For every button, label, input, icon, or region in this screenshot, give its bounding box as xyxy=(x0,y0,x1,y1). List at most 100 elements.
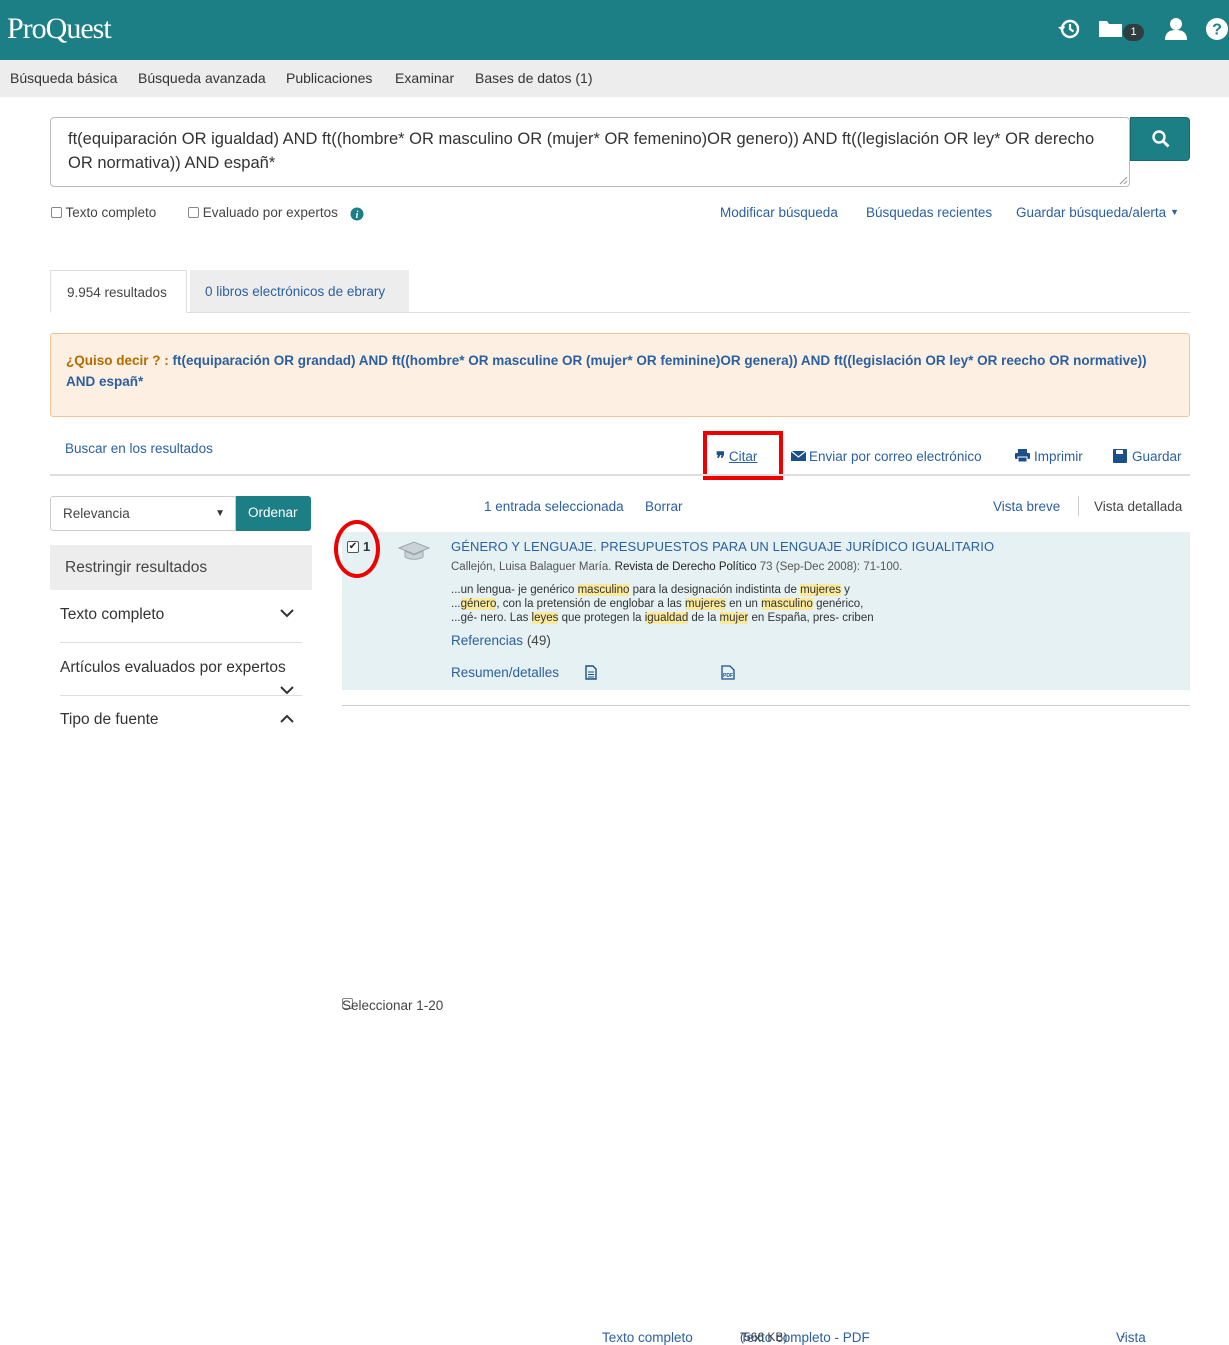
folder-count-badge: 1 xyxy=(1123,24,1144,41)
save-search-alert-label: Guardar búsqueda/alerta xyxy=(1016,205,1167,220)
main-nav: Búsqueda básica Búsqueda avanzada Public… xyxy=(0,60,1229,97)
snippet-text: en España, pres- criben xyxy=(748,612,874,624)
full-text-checkbox[interactable] xyxy=(51,207,62,218)
save-button[interactable]: Guardar xyxy=(1113,449,1182,464)
envelope-icon xyxy=(790,450,807,461)
print-button[interactable]: Imprimir xyxy=(1015,449,1083,464)
snippet-text: para la designación indistinta de xyxy=(629,584,801,596)
snippet-text: ...gé- nero. Las xyxy=(451,612,532,624)
facet-source-type[interactable]: Tipo de fuente xyxy=(60,711,302,729)
facet-label: Tipo de fuente xyxy=(60,711,159,728)
chevron-down-icon: ⌄ xyxy=(1119,1330,1127,1340)
full-text-link[interactable]: Texto completo xyxy=(585,665,693,1345)
snippet-text: que protegen la xyxy=(558,612,645,624)
snippet-text: genérico, xyxy=(812,598,864,610)
detailed-view-link[interactable]: Vista detallada xyxy=(1094,499,1182,514)
proquest-logo[interactable]: ProQuest xyxy=(7,12,112,46)
pdf-size: (566 KB) xyxy=(740,1330,788,1344)
chevron-down-icon xyxy=(280,686,294,695)
caret-down-icon: ▼ xyxy=(1170,207,1180,217)
result-citation: 73 (Sep-Dec 2008): 71-100. xyxy=(759,561,903,573)
caret-down-icon: ▼ xyxy=(215,508,225,519)
email-button[interactable]: Enviar por correo electrónico xyxy=(790,449,982,464)
snippet-highlight: masculino xyxy=(761,598,813,610)
facet-full-text[interactable]: Texto completo xyxy=(60,606,302,624)
snippet-highlight: mujeres xyxy=(800,584,841,596)
snippet-text: en un xyxy=(725,598,762,610)
sort-selected-value: Relevancia xyxy=(63,506,130,521)
search-within-link[interactable]: Buscar en los resultados xyxy=(65,441,213,456)
snippet-line: ...un lengua- je genérico masculino para… xyxy=(451,584,850,596)
snippet-text: y xyxy=(840,584,850,596)
resize-handle-icon[interactable] xyxy=(1119,176,1128,185)
full-text-label: Texto completo xyxy=(65,205,157,220)
did-you-mean-suggestion[interactable]: ft(equiparación OR grandad) AND ft((homb… xyxy=(66,353,1147,389)
snippet-highlight: leyes xyxy=(531,612,559,624)
svg-text:i: i xyxy=(356,210,359,221)
snippet-highlight: masculino xyxy=(577,584,630,596)
snippet-text: , con la pretensión de englobar a las xyxy=(496,598,686,610)
recent-searches-link[interactable]: Búsquedas recientes xyxy=(866,205,992,220)
snippet-text: de la xyxy=(688,612,720,624)
references-link[interactable]: Referencias (49) xyxy=(451,633,551,648)
selected-count-link[interactable]: 1 entrada seleccionada xyxy=(484,499,624,514)
tab-results[interactable]: 9.954 resultados xyxy=(50,270,187,313)
peer-reviewed-option[interactable]: Evaluado por expertos xyxy=(188,205,338,220)
email-label: Enviar por correo electrónico xyxy=(809,449,982,464)
tab-ebooks[interactable]: 0 libros electrónicos de ebrary xyxy=(190,270,409,312)
full-text-option[interactable]: Texto completo xyxy=(51,205,156,220)
tabs-divider xyxy=(50,312,1190,313)
sidebar-title: Restringir resultados xyxy=(50,545,312,590)
snippet-highlight: mujer xyxy=(719,612,749,624)
folder-icon[interactable] xyxy=(1098,18,1124,38)
facet-peer-reviewed[interactable]: Artículos evaluados por expertos xyxy=(60,659,302,695)
result-citation-line: Callejón, Luisa Balaguer María. Revista … xyxy=(451,561,902,573)
modify-search-link[interactable]: Modificar búsqueda xyxy=(720,205,838,220)
full-text-pdf-link[interactable]: PDF Texto completo - PDF (566 KB) xyxy=(721,665,870,1345)
print-label: Imprimir xyxy=(1034,449,1083,464)
sort-select[interactable]: Relevancia ▼ xyxy=(50,496,236,531)
info-icon[interactable]: i xyxy=(350,207,364,221)
full-text-link-label: Texto completo xyxy=(602,1330,693,1345)
chevron-down-icon xyxy=(280,609,294,618)
save-disk-icon xyxy=(1113,449,1127,463)
svg-text:PDF: PDF xyxy=(723,673,733,679)
peer-reviewed-checkbox[interactable] xyxy=(188,207,199,218)
snippet-highlight: género xyxy=(460,598,497,610)
top-bar: ProQuest 1 ? xyxy=(0,0,1229,60)
references-count: (49) xyxy=(526,633,551,648)
facet-label: Artículos evaluados por expertos xyxy=(60,659,286,676)
search-button[interactable] xyxy=(1130,117,1190,161)
nav-basic-search[interactable]: Búsqueda básica xyxy=(10,70,117,86)
clear-selection-link[interactable]: Borrar xyxy=(645,499,683,514)
document-icon xyxy=(585,665,597,680)
nav-browse[interactable]: Examinar xyxy=(395,70,454,86)
printer-icon xyxy=(1015,449,1030,463)
chevron-up-icon xyxy=(280,714,294,723)
save-search-alert-link[interactable]: Guardar búsqueda/alerta ▼ xyxy=(1016,205,1179,220)
brief-view-link[interactable]: Vista breve xyxy=(993,499,1060,514)
nav-publications[interactable]: Publicaciones xyxy=(286,70,372,86)
nav-advanced-search[interactable]: Búsqueda avanzada xyxy=(138,70,266,86)
abstract-details-link[interactable]: Resumen/detalles xyxy=(451,665,559,680)
sort-button[interactable]: Ordenar xyxy=(236,496,311,531)
result-title[interactable]: GÉNERO Y LENGUAJE. PRESUPUESTOS PARA UN … xyxy=(451,539,994,554)
result-divider xyxy=(342,705,1190,706)
snippet-line: ...género, con la pretensión de englobar… xyxy=(451,598,863,610)
svg-text:?: ? xyxy=(1212,22,1222,39)
user-icon[interactable] xyxy=(1164,17,1188,40)
search-input[interactable]: ft(equiparación OR igualdad) AND ft((hom… xyxy=(50,117,1130,187)
did-you-mean-box: ¿Quiso decir ? : ft(equiparación OR gran… xyxy=(50,333,1190,417)
save-label: Guardar xyxy=(1132,449,1182,464)
history-icon[interactable] xyxy=(1057,18,1081,40)
snippet-line: ...gé- nero. Las leyes que protegen la i… xyxy=(451,612,874,624)
select-all-label: Seleccionar 1-20 xyxy=(342,998,444,1013)
scholarly-journal-icon xyxy=(397,541,431,560)
pdf-icon: PDF xyxy=(721,665,735,680)
facet-divider xyxy=(60,642,302,643)
did-you-mean-label: ¿Quiso decir ? : xyxy=(66,353,169,368)
help-icon[interactable]: ? xyxy=(1205,17,1229,41)
snippet-highlight: mujeres xyxy=(685,598,726,610)
result-journal: Revista de Derecho Político xyxy=(614,561,757,573)
nav-databases[interactable]: Bases de datos (1) xyxy=(475,70,593,86)
